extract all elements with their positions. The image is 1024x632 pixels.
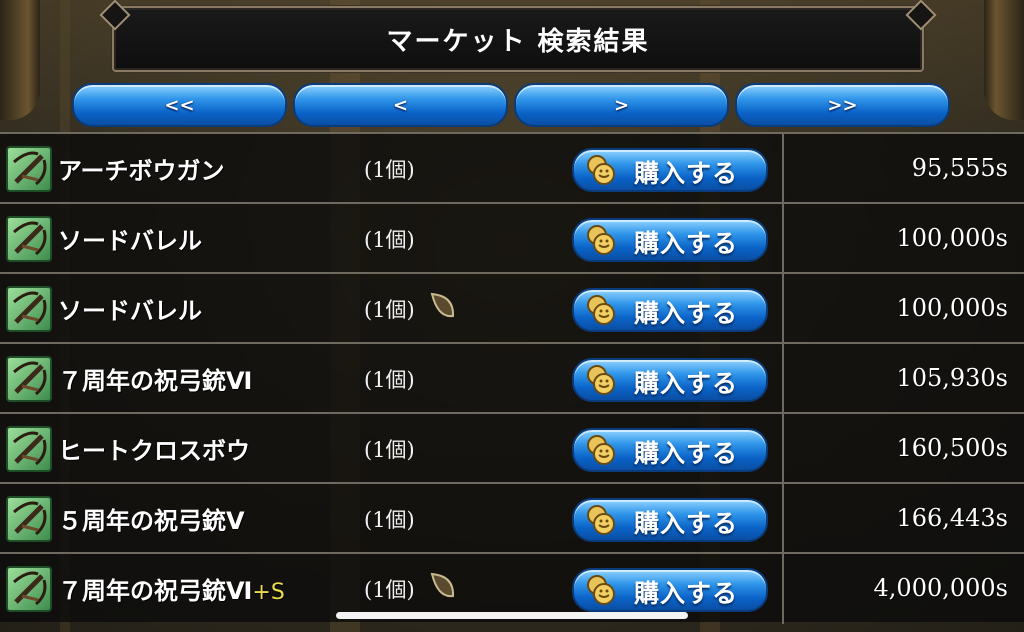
table-row: ソードバレル (1個) 購入する 100,000s: [0, 202, 1024, 274]
buy-label: 購入する: [634, 439, 739, 468]
seed-icon: [426, 290, 458, 322]
item-price: 166,443s: [896, 504, 1008, 532]
crossbow-icon: [6, 146, 52, 192]
item-price: 105,930s: [896, 364, 1008, 392]
coin-icon: [584, 503, 618, 537]
item-price: 95,555s: [911, 154, 1008, 182]
next-page-button[interactable]: >: [514, 83, 729, 127]
column-divider: [782, 274, 784, 344]
buy-button[interactable]: 購入する: [572, 218, 768, 262]
coin-icon: [584, 573, 618, 607]
seed-icon: [426, 570, 458, 602]
crossbow-icon: [6, 216, 52, 262]
coin-icon: [584, 293, 618, 327]
buy-button[interactable]: 購入する: [572, 498, 768, 542]
results-list: アーチボウガン (1個) 購入する 95,555s ソードバレル (1個) 購入する 100,…: [0, 132, 1024, 624]
buy-label: 購入する: [634, 159, 739, 188]
item-quantity: (1個): [364, 368, 415, 392]
column-divider: [782, 134, 784, 204]
buy-label: 購入する: [634, 229, 739, 258]
table-row: ヒートクロスボウ (1個) 購入する 160,500s: [0, 412, 1024, 484]
column-divider: [782, 414, 784, 484]
crossbow-icon: [6, 496, 52, 542]
item-price: 4,000,000s: [873, 574, 1008, 602]
buy-button[interactable]: 購入する: [572, 148, 768, 192]
item-quantity: (1個): [364, 508, 415, 532]
buy-button[interactable]: 購入する: [572, 428, 768, 472]
crossbow-icon: [6, 286, 52, 332]
table-row: ５周年の祝弓銃Ⅴ (1個) 購入する 166,443s: [0, 482, 1024, 554]
pagination-bar: << < > >>: [72, 83, 950, 127]
buy-button[interactable]: 購入する: [572, 358, 768, 402]
item-name: ７周年の祝弓銃Ⅵ+S: [58, 577, 285, 605]
frame-ornament-left: [0, 0, 40, 120]
title-bar: マーケット 検索結果: [112, 6, 924, 72]
buy-button[interactable]: 購入する: [572, 568, 768, 612]
last-page-button[interactable]: >>: [735, 83, 950, 127]
crossbow-icon: [6, 426, 52, 472]
table-row: アーチボウガン (1個) 購入する 95,555s: [0, 132, 1024, 204]
column-divider: [782, 204, 784, 274]
item-quantity: (1個): [364, 228, 415, 252]
item-price: 100,000s: [896, 294, 1008, 322]
prev-page-button[interactable]: <: [293, 83, 508, 127]
item-price: 100,000s: [896, 224, 1008, 252]
column-divider: [782, 484, 784, 554]
column-divider: [782, 344, 784, 414]
item-name: ５周年の祝弓銃Ⅴ: [58, 507, 245, 535]
frame-ornament-right: [984, 0, 1024, 120]
crossbow-icon: [6, 356, 52, 402]
coin-icon: [584, 153, 618, 187]
item-name: ソードバレル: [58, 227, 202, 255]
buy-label: 購入する: [634, 509, 739, 538]
table-row: ソードバレル (1個) 購入する 100,000s: [0, 272, 1024, 344]
item-name: ソードバレル: [58, 297, 202, 325]
home-indicator[interactable]: [336, 612, 688, 619]
item-quantity: (1個): [364, 438, 415, 462]
buy-label: 購入する: [634, 579, 739, 608]
buy-label: 購入する: [634, 369, 739, 398]
crossbow-icon: [6, 566, 52, 612]
item-quantity: (1個): [364, 158, 415, 182]
item-name: ７周年の祝弓銃Ⅵ: [58, 367, 253, 395]
item-name: アーチボウガン: [58, 157, 225, 185]
coin-icon: [584, 223, 618, 257]
table-row: ７周年の祝弓銃Ⅵ (1個) 購入する 105,930s: [0, 342, 1024, 414]
first-page-button[interactable]: <<: [72, 83, 287, 127]
item-name: ヒートクロスボウ: [58, 437, 250, 465]
buy-button[interactable]: 購入する: [572, 288, 768, 332]
item-quantity: (1個): [364, 578, 415, 602]
column-divider: [782, 554, 784, 624]
page-title: マーケット 検索結果: [386, 26, 650, 57]
coin-icon: [584, 363, 618, 397]
item-quantity: (1個): [364, 298, 415, 322]
buy-label: 購入する: [634, 299, 739, 328]
coin-icon: [584, 433, 618, 467]
item-suffix: +S: [252, 580, 285, 605]
item-price: 160,500s: [896, 434, 1008, 462]
